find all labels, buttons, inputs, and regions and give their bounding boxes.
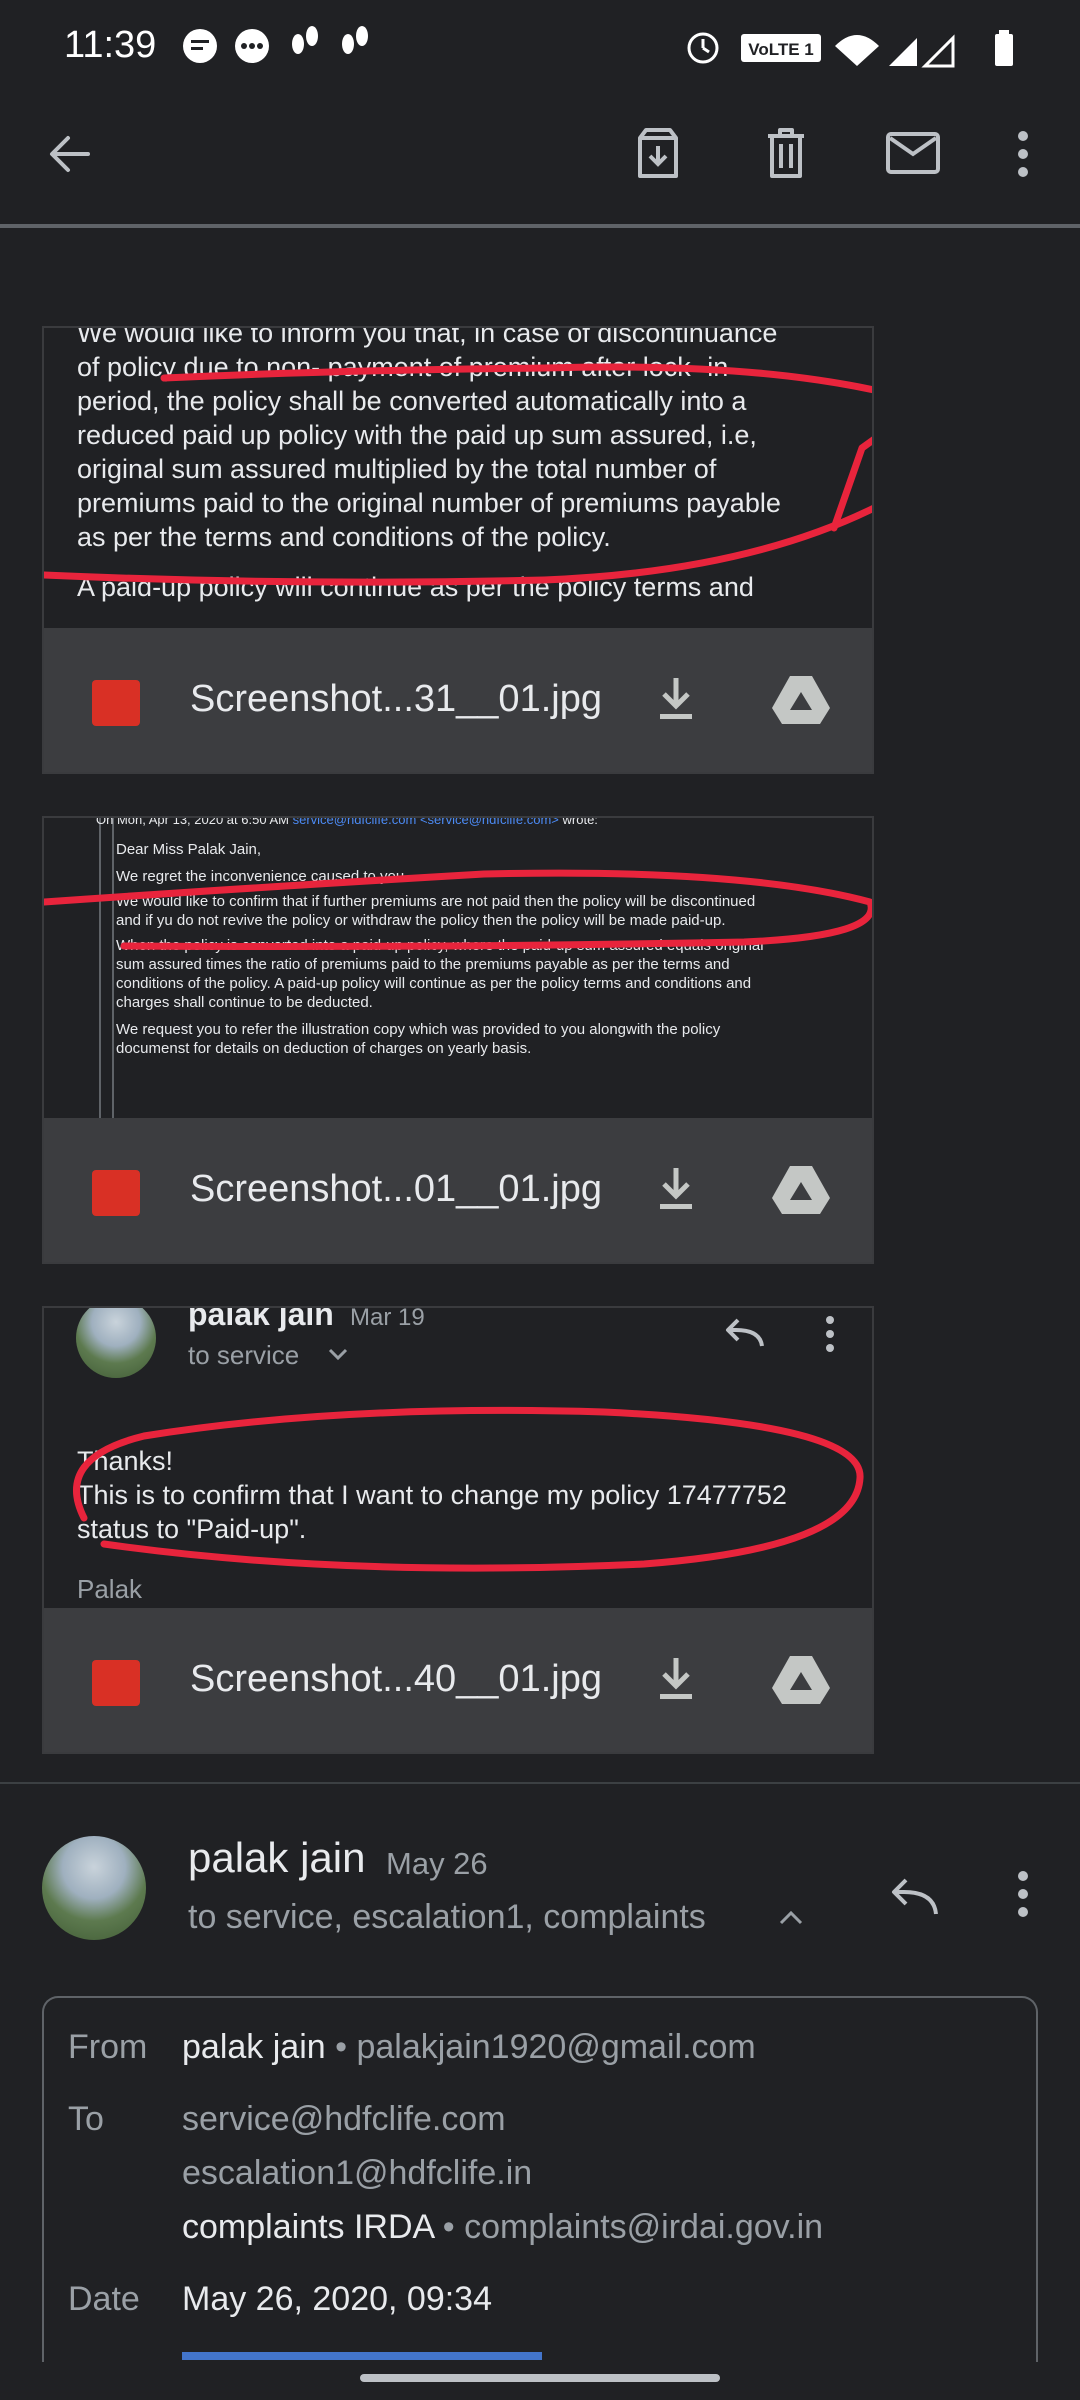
download-icon[interactable]: [654, 1654, 698, 1704]
avatar: [42, 1836, 146, 1940]
attachment-bar: Screenshot...31__01.jpg: [44, 628, 872, 772]
save-to-drive-icon[interactable]: [770, 1652, 832, 1706]
notification-icons: [183, 26, 368, 63]
chevron-up-icon[interactable]: [778, 1908, 804, 1926]
to-email: escalation1@hdfclife.in: [182, 2154, 533, 2192]
download-icon[interactable]: [654, 1164, 698, 1214]
attachment-bar: Screenshot...01__01.jpg: [44, 1118, 872, 1262]
message-date: May 26: [386, 1846, 488, 1881]
app-bar-divider: [0, 224, 1080, 228]
view-details-link[interactable]: [182, 2352, 542, 2360]
download-icon[interactable]: [654, 674, 698, 724]
attachment-name: Screenshot...01__01.jpg: [190, 1168, 602, 1210]
gesture-handle[interactable]: [360, 2374, 720, 2382]
more-vert-icon[interactable]: [1008, 1868, 1038, 1920]
from-value: palak jain • palakjain1920@gmail.com: [182, 2028, 756, 2066]
date-value: May 26, 2020, 09:34: [182, 2280, 493, 2318]
mark-unread-icon[interactable]: [884, 130, 942, 176]
to-email: service@hdfclife.com: [182, 2100, 506, 2138]
attachment-bar: Screenshot...40__01.jpg: [44, 1608, 872, 1752]
gesture-bar: [0, 2362, 1080, 2400]
archive-icon[interactable]: [632, 126, 684, 182]
attachment-card[interactable]: On Mon, Apr 13, 2020 at 6:50 AM service@…: [42, 816, 874, 1264]
attachment-name: Screenshot...31__01.jpg: [190, 678, 602, 720]
from-name: palak jain: [182, 2028, 326, 2066]
red-annotation: [73, 1406, 864, 1572]
status-bar: 11:39 VoLTE 1: [0, 0, 1080, 96]
attachment-preview: palak jain Mar 19 to service Thanks! Thi…: [44, 1308, 872, 1608]
to-entry: complaints IRDA • complaints@irdai.gov.i…: [182, 2208, 824, 2246]
attachment-name: Screenshot...40__01.jpg: [190, 1658, 602, 1700]
delete-icon[interactable]: [760, 126, 812, 182]
volte-label: VoLTE 1: [748, 40, 814, 59]
status-time: 11:39: [64, 24, 157, 66]
red-annotation: [44, 363, 872, 586]
from-email: palakjain1920@gmail.com: [356, 2028, 756, 2066]
back-arrow-icon[interactable]: [44, 128, 96, 180]
recipients-summary[interactable]: to service, escalation1, complaints: [188, 1898, 706, 1937]
reply-icon[interactable]: [886, 1874, 940, 1918]
image-icon: [92, 1170, 140, 1216]
red-annotation: [44, 869, 872, 950]
date-label: Date: [68, 2280, 140, 2318]
message-details: From palak jain • palakjain1920@gmail.co…: [42, 1996, 1038, 2400]
more-vert-icon[interactable]: [1008, 128, 1038, 180]
from-label: From: [68, 2028, 148, 2066]
system-status-icons: VoLTE 1: [687, 30, 1013, 68]
save-to-drive-icon[interactable]: [770, 1162, 832, 1216]
save-to-drive-icon[interactable]: [770, 672, 832, 726]
message-header[interactable]: palak jain May 26 to service, escalation…: [0, 1784, 1080, 1984]
attachment-preview: We would like to inform you that, in cas…: [44, 328, 872, 628]
image-icon: [92, 680, 140, 726]
attachment-preview: On Mon, Apr 13, 2020 at 6:50 AM service@…: [44, 818, 872, 1118]
app-bar: [0, 96, 1080, 228]
sender-name: palak jain: [188, 1834, 366, 1881]
image-icon: [92, 1660, 140, 1706]
to-label: To: [68, 2100, 104, 2138]
attachment-card[interactable]: palak jain Mar 19 to service Thanks! Thi…: [42, 1306, 874, 1754]
attachment-card[interactable]: We would like to inform you that, in cas…: [42, 326, 874, 774]
